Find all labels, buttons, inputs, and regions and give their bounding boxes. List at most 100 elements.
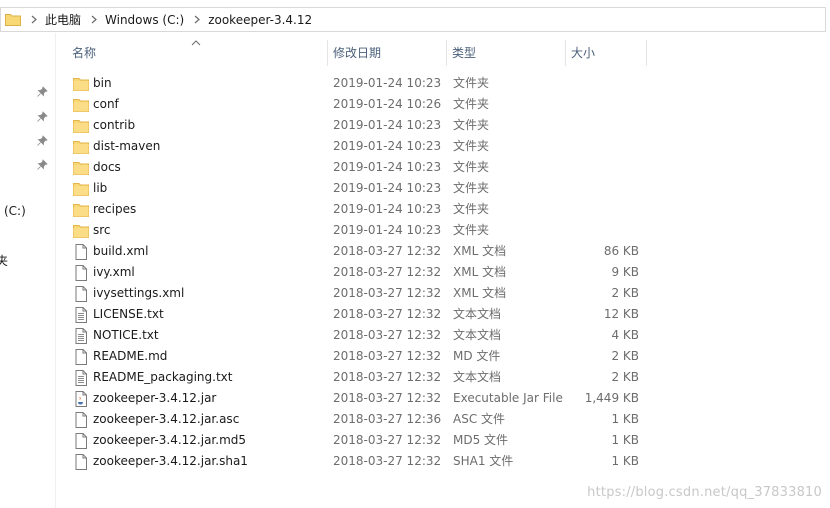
file-name: conf	[93, 97, 119, 111]
file-size: 2 KB	[611, 349, 639, 363]
file-row[interactable]: zookeeper-3.4.12.jar.asc 2018-03-27 12:36…	[56, 409, 656, 430]
file-row[interactable]: build.xml 2018-03-27 12:32 XML 文档 86 KB	[56, 241, 656, 262]
file-name: src	[93, 223, 111, 237]
file-name: build.xml	[93, 244, 149, 258]
file-name: zookeeper-3.4.12.jar.asc	[93, 412, 240, 426]
file-size: 12 KB	[603, 307, 639, 321]
file-date-modified: 2019-01-24 10:23	[333, 181, 442, 195]
folder-icon	[73, 223, 89, 239]
file-date-modified: 2018-03-27 12:32	[333, 265, 442, 279]
pin-icon[interactable]	[36, 86, 48, 98]
file-row[interactable]: recipes 2019-01-24 10:23 文件夹	[56, 199, 656, 220]
file-size: 1,449 KB	[584, 391, 639, 405]
file-name: ivy.xml	[93, 265, 135, 279]
file-date-modified: 2018-03-27 12:32	[333, 244, 442, 258]
file-name: lib	[93, 181, 108, 195]
file-row[interactable]: zookeeper-3.4.12.jar.sha1 2018-03-27 12:3…	[56, 451, 656, 472]
file-date-modified: 2019-01-24 10:23	[333, 139, 442, 153]
nav-item-drive[interactable]: (C:)	[4, 204, 26, 218]
document-icon	[73, 265, 89, 281]
watermark: https://blog.csdn.net/qq_37833810	[587, 485, 822, 500]
file-type: MD 文件	[453, 349, 501, 363]
column-header-type[interactable]: 类型	[446, 40, 565, 66]
folder-icon	[73, 139, 89, 155]
file-type: 文件夹	[453, 76, 490, 90]
file-size: 2 KB	[611, 370, 639, 384]
file-row[interactable]: NOTICE.txt 2018-03-27 12:32 文本文档 4 KB	[56, 325, 656, 346]
file-row[interactable]: ivy.xml 2018-03-27 12:32 XML 文档 9 KB	[56, 262, 656, 283]
file-name: docs	[93, 160, 121, 174]
file-name: bin	[93, 76, 112, 90]
file-date-modified: 2018-03-27 12:32	[333, 391, 442, 405]
file-type: 文件夹	[453, 181, 490, 195]
file-type: 文本文档	[453, 307, 502, 321]
document-icon	[73, 412, 89, 428]
breadcrumb-this-pc[interactable]: 此电脑	[45, 11, 81, 28]
folder-icon	[73, 160, 89, 176]
folder-icon	[73, 181, 89, 197]
column-header-date[interactable]: 修改日期	[327, 40, 446, 66]
file-date-modified: 2018-03-27 12:36	[333, 412, 442, 426]
file-date-modified: 2018-03-27 12:32	[333, 349, 442, 363]
file-date-modified: 2018-03-27 12:32	[333, 433, 442, 447]
file-row[interactable]: conf 2019-01-24 10:26 文件夹	[56, 94, 656, 115]
chevron-right-icon[interactable]	[91, 15, 97, 24]
file-type: 文本文档	[453, 328, 502, 342]
file-name: ivysettings.xml	[93, 286, 185, 300]
column-header-name[interactable]: 名称	[66, 40, 326, 66]
file-date-modified: 2018-03-27 12:32	[333, 328, 442, 342]
text-file-icon	[73, 307, 89, 323]
file-list: bin 2019-01-24 10:23 文件夹 conf 2019-01-24 10:…	[56, 73, 656, 472]
file-name: dist-maven	[93, 139, 161, 153]
pin-icon[interactable]	[36, 111, 48, 123]
file-size: 1 KB	[611, 454, 639, 468]
column-headers: 名称 修改日期 类型 大小	[56, 40, 656, 66]
file-row[interactable]: bin 2019-01-24 10:23 文件夹	[56, 73, 656, 94]
file-type: XML 文档	[453, 244, 507, 258]
file-row[interactable]: dist-maven 2019-01-24 10:23 文件夹	[56, 136, 656, 157]
file-row[interactable]: README.md 2018-03-27 12:32 MD 文件 2 KB	[56, 346, 656, 367]
file-date-modified: 2019-01-24 10:23	[333, 223, 442, 237]
text-file-icon	[73, 328, 89, 344]
address-bar[interactable]: 此电脑 Windows (C:) zookeeper-3.4.12	[0, 7, 826, 32]
file-type: ASC 文件	[453, 412, 506, 426]
folder-icon	[73, 97, 89, 113]
file-size: 86 KB	[603, 244, 639, 258]
file-size: 1 KB	[611, 412, 639, 426]
file-size: 1 KB	[611, 433, 639, 447]
breadcrumb-windows-drive[interactable]: Windows (C:)	[105, 13, 184, 27]
file-date-modified: 2018-03-27 12:32	[333, 454, 442, 468]
file-row[interactable]: lib 2019-01-24 10:23 文件夹	[56, 178, 656, 199]
file-size: 2 KB	[611, 286, 639, 300]
file-row[interactable]: README_packaging.txt 2018-03-27 12:32 文本文档…	[56, 367, 656, 388]
file-name: README_packaging.txt	[93, 370, 233, 384]
file-name: zookeeper-3.4.12.jar	[93, 391, 217, 405]
file-name: NOTICE.txt	[93, 328, 159, 342]
file-row[interactable]: docs 2019-01-24 10:23 文件夹	[56, 157, 656, 178]
file-date-modified: 2018-03-27 12:32	[333, 370, 442, 384]
folder-icon	[73, 76, 89, 92]
file-row[interactable]: contrib 2019-01-24 10:23 文件夹	[56, 115, 656, 136]
file-size: 4 KB	[611, 328, 639, 342]
nav-item-folder[interactable]: 夹	[0, 252, 8, 269]
chevron-right-icon[interactable]	[194, 15, 201, 24]
file-type: XML 文档	[453, 286, 507, 300]
file-row[interactable]: LICENSE.txt 2018-03-27 12:32 文本文档 12 KB	[56, 304, 656, 325]
file-row[interactable]: zookeeper-3.4.12.jar.md5 2018-03-27 12:32…	[56, 430, 656, 451]
column-header-size[interactable]: 大小	[565, 40, 646, 66]
file-type: 文件夹	[453, 202, 490, 216]
column-divider[interactable]	[646, 40, 647, 66]
breadcrumb-zookeeper[interactable]: zookeeper-3.4.12	[208, 13, 312, 27]
file-name: contrib	[93, 118, 136, 132]
pin-icon[interactable]	[36, 159, 48, 171]
file-row[interactable]: src 2019-01-24 10:23 文件夹	[56, 220, 656, 241]
file-row[interactable]: ivysettings.xml 2018-03-27 12:32 XML 文档 2 K…	[56, 283, 656, 304]
file-type: 文件夹	[453, 223, 490, 237]
chevron-right-icon[interactable]	[31, 15, 37, 24]
pin-icon[interactable]	[36, 135, 48, 147]
file-type: 文本文档	[453, 370, 502, 384]
file-name: recipes	[93, 202, 137, 216]
folder-icon	[5, 13, 21, 26]
document-icon	[73, 286, 89, 302]
file-row[interactable]: zookeeper-3.4.12.jar 2018-03-27 12:32 Exec…	[56, 388, 656, 409]
